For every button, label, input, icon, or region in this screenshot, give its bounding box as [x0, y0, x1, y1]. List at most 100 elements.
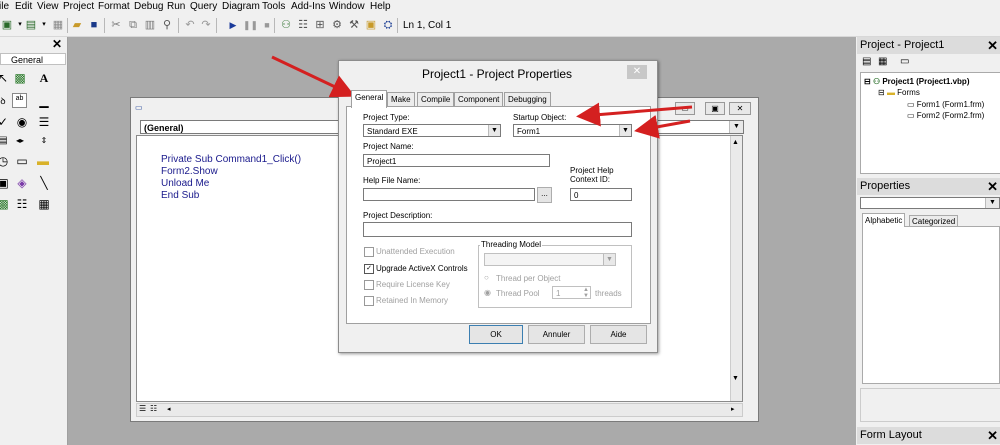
thread-pool-radio[interactable]: ◉	[484, 288, 491, 297]
menu-window[interactable]: Window	[329, 1, 365, 12]
combobox-icon[interactable]: ☰	[36, 114, 52, 130]
threading-model-combobox[interactable]: ▼	[484, 253, 616, 266]
thread-per-object-radio[interactable]: ○	[484, 273, 489, 282]
scroll-right-icon[interactable]: ▸	[731, 405, 735, 413]
view-object-icon[interactable]: ▦	[878, 56, 887, 67]
tree-item-form2[interactable]: ▭ Form2 (Form2.frm)	[907, 111, 984, 120]
object-browser-icon[interactable]: ⚙	[330, 18, 344, 32]
toolbox-close-icon[interactable]: ✕	[52, 37, 62, 51]
drivelistbox-icon[interactable]: ▭	[14, 153, 30, 169]
menu-format[interactable]: Format	[98, 1, 130, 12]
restore-button[interactable]: ▣	[705, 102, 725, 115]
menu-editor-icon[interactable]: ▦	[51, 18, 65, 32]
dropdown-arrow-icon[interactable]: ▾	[37, 18, 51, 32]
menu-run[interactable]: Run	[167, 1, 185, 12]
checkbox-icon[interactable]: ✓	[0, 114, 11, 130]
tree-project-root[interactable]: ⊟ ⚇ Project1 (Project1.vbp)	[864, 77, 969, 86]
procedure-view-icon[interactable]: ☰	[139, 404, 146, 413]
menu-file[interactable]: ile	[0, 1, 9, 12]
procedure-combobox[interactable]: ▼	[643, 120, 744, 134]
scroll-left-icon[interactable]: ◂	[167, 405, 171, 413]
tab-compile[interactable]: Compile	[417, 92, 455, 107]
properties-close-icon[interactable]: ✕	[987, 178, 998, 195]
startup-object-combobox[interactable]: Form1 ▼	[513, 124, 632, 137]
help-file-field[interactable]	[363, 188, 535, 201]
optionbutton-icon[interactable]: ◉	[14, 114, 30, 130]
thread-pool-spinner[interactable]: 1 ▲ ▼	[552, 286, 591, 299]
find-icon[interactable]: ⚲	[160, 18, 174, 32]
copy-icon[interactable]: ⧉	[126, 18, 140, 32]
open-folder-icon[interactable]: ▰	[70, 18, 84, 32]
retained-memory-checkbox[interactable]	[364, 296, 374, 306]
add-form-icon[interactable]: ▤	[24, 18, 38, 32]
undo-icon[interactable]: ↶	[183, 18, 197, 32]
cut-icon[interactable]: ✂	[109, 18, 123, 32]
ole-icon[interactable]: ▦	[36, 196, 52, 212]
description-field[interactable]	[363, 222, 632, 237]
menu-help[interactable]: Help	[370, 1, 391, 12]
project-name-field[interactable]: Project1	[363, 154, 550, 167]
browse-button[interactable]: ...	[537, 187, 552, 203]
object-combobox[interactable]: (General)	[140, 120, 340, 134]
spin-arrows-icon[interactable]: ▲ ▼	[583, 287, 589, 299]
shape-icon[interactable]: ◈	[14, 175, 30, 191]
project-type-combobox[interactable]: Standard EXE ▼	[363, 124, 501, 137]
project-explorer-icon[interactable]: ⚇	[279, 18, 293, 32]
menu-query[interactable]: Query	[190, 1, 217, 12]
redo-icon[interactable]: ↷	[199, 18, 213, 32]
ok-button[interactable]: OK	[469, 325, 523, 344]
menu-edit[interactable]: Edit	[15, 1, 32, 12]
chevron-down-icon[interactable]: ▼	[729, 121, 743, 133]
vscrollbar-icon[interactable]: ⇕	[36, 133, 52, 149]
dialog-close-button[interactable]: ✕	[627, 65, 647, 79]
toggle-folders-icon[interactable]: ▭	[900, 56, 909, 67]
scroll-up-icon[interactable]: ▲	[732, 139, 739, 146]
visual-component-manager-icon[interactable]: ⛭	[381, 18, 395, 32]
chevron-down-icon[interactable]: ▼	[619, 125, 631, 136]
properties-window-icon[interactable]: ☷	[296, 18, 310, 32]
tab-debugging[interactable]: Debugging	[504, 92, 551, 107]
tab-alphabetic[interactable]: Alphabetic	[862, 213, 906, 227]
help-context-id-field[interactable]: 0	[570, 188, 632, 201]
toolbox-icon[interactable]: ⚒	[347, 18, 361, 32]
toolbox-general-tab[interactable]: General	[0, 53, 66, 65]
tab-make[interactable]: Make	[387, 92, 415, 107]
minimize-button[interactable]: ▭	[675, 102, 695, 115]
property-grid[interactable]	[862, 226, 1000, 384]
menu-tools[interactable]: Tools	[262, 1, 285, 12]
pointer-icon[interactable]: ↖	[0, 70, 11, 86]
data-view-icon[interactable]: ▣	[364, 18, 378, 32]
filelistbox-icon[interactable]: ▣	[0, 175, 11, 191]
menu-add-ins[interactable]: Add-Ins	[291, 1, 325, 12]
menu-diagram[interactable]: Diagram	[222, 1, 260, 12]
add-project-icon[interactable]: ▣	[0, 18, 14, 32]
line-icon[interactable]: ╲	[36, 175, 52, 191]
image-icon[interactable]: ▩	[0, 196, 11, 212]
tree-item-form1[interactable]: ▭ Form1 (Form1.frm)	[907, 100, 984, 109]
full-module-view-icon[interactable]: ☷	[150, 404, 157, 413]
upgrade-activex-checkbox[interactable]: ✓	[364, 264, 374, 274]
label-icon[interactable]: A	[36, 70, 52, 86]
save-icon[interactable]: ■	[87, 18, 101, 32]
picturebox-icon[interactable]: ▩	[12, 70, 28, 86]
form-layout-close-icon[interactable]: ✕	[987, 427, 998, 444]
pause-icon[interactable]: ❚❚	[243, 18, 258, 32]
tree-forms-folder[interactable]: ⊟ ▬ Forms	[878, 88, 920, 97]
scroll-down-icon[interactable]: ▼	[732, 375, 739, 382]
chevron-down-icon[interactable]: ▼	[603, 254, 615, 265]
chevron-down-icon[interactable]: ▼	[985, 198, 999, 208]
frame-icon[interactable]: ꝺ	[0, 93, 11, 109]
require-license-checkbox[interactable]	[364, 280, 374, 290]
unattended-checkbox[interactable]	[364, 247, 374, 257]
menu-view[interactable]: View	[37, 1, 59, 12]
menu-debug[interactable]: Debug	[134, 1, 163, 12]
commandbutton-icon[interactable]: ▁	[36, 93, 52, 109]
paste-icon[interactable]: ▥	[143, 18, 157, 32]
chevron-down-icon[interactable]: ▼	[488, 125, 500, 136]
form-layout-icon[interactable]: ⊞	[313, 18, 327, 32]
object-selector[interactable]: ▼	[860, 197, 1000, 209]
stop-icon[interactable]: ■	[260, 18, 274, 32]
listbox-icon[interactable]: ▤	[0, 133, 11, 149]
run-icon[interactable]: ▶	[226, 18, 240, 32]
tab-general[interactable]: General	[351, 90, 388, 108]
